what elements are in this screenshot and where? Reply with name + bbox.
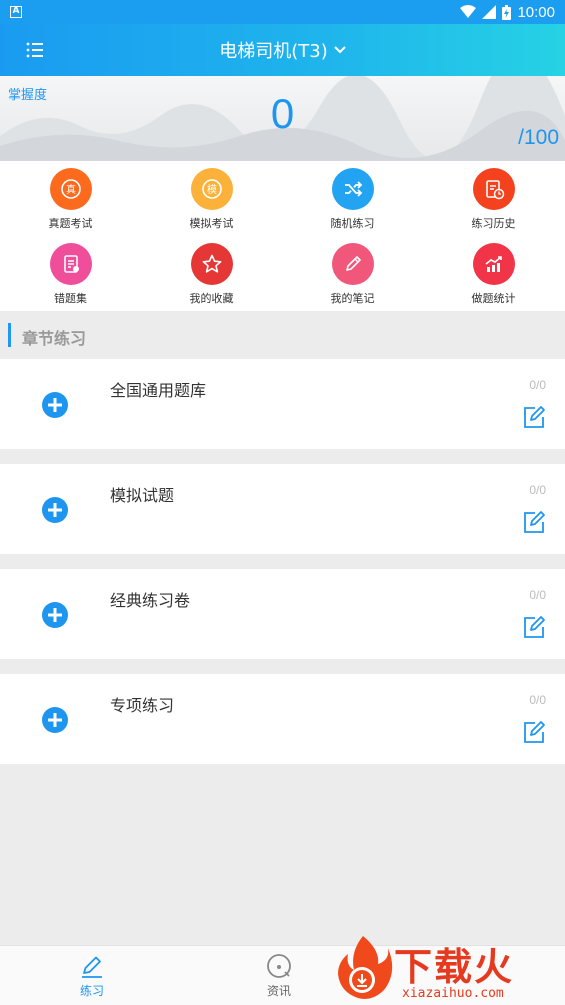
tab-news[interactable]: 资讯 [229,946,329,1005]
chapter-card[interactable]: 模拟试题 0/0 [0,464,565,554]
grid-item-notes[interactable]: 我的笔记 [282,236,423,306]
exam-real-icon: 真 [49,168,92,210]
section-header: 章节练习 [0,311,565,359]
exam-mock-icon: 模 [190,168,233,210]
expand-plus-icon[interactable] [42,497,68,523]
svg-text:真: 真 [66,183,76,196]
grid-label: 错题集 [54,292,87,305]
grid-label: 模拟考试 [189,217,234,230]
chapter-card[interactable]: 专项练习 0/0 [0,674,565,764]
pencil-icon [82,956,102,978]
grid-item-favorites[interactable]: 我的收藏 [141,236,282,306]
chapter-count: 0/0 [529,588,546,602]
section-title: 章节练习 [22,329,87,348]
stats-icon [472,243,515,285]
tab-label: 资讯 [266,984,291,998]
grid-label: 随机练习 [330,217,375,230]
watermark-text: 下载火 [394,945,515,989]
chapter-name: 经典练习卷 [110,591,191,610]
grid-label: 真题考试 [48,217,93,230]
tab-practice[interactable]: 练习 [42,946,142,1005]
expand-plus-icon[interactable] [42,602,68,628]
chapter-count: 0/0 [529,378,546,392]
edit-icon[interactable] [522,615,546,639]
grid-label: 做题统计 [471,292,516,305]
expand-plus-icon[interactable] [42,392,68,418]
edit-icon[interactable] [522,405,546,429]
grid-item-statistics[interactable]: 做题统计 [423,236,564,306]
chapter-count: 0/0 [529,693,546,707]
signal-icon [482,5,497,19]
grid-item-history[interactable]: 练习历史 [423,161,564,231]
grid-label: 练习历史 [471,217,516,230]
grid-item-random-practice[interactable]: 随机练习 [282,161,423,231]
mastery-banner: 掌握度 0 /100 [0,76,565,161]
expand-plus-icon[interactable] [42,707,68,733]
tab-label: 练习 [79,984,104,998]
app-header: 电梯司机(T3) [0,24,565,76]
status-bar: A 10:00 [0,0,565,24]
chapter-card[interactable]: 经典练习卷 0/0 [0,569,565,659]
chapter-name: 全国通用题库 [110,381,207,400]
grid-label: 我的收藏 [189,292,234,305]
watermark-url: xiazaihuo.com [402,986,504,1001]
flame-logo-icon [338,936,393,999]
news-icon [267,954,291,978]
chapter-card[interactable]: 全国通用题库 0/0 [0,359,565,449]
battery-icon [502,4,512,20]
edit-icon[interactable] [522,510,546,534]
edit-icon[interactable] [522,720,546,744]
chapter-name: 模拟试题 [110,486,175,505]
history-icon [472,168,515,210]
chevron-down-icon[interactable] [334,46,346,54]
grid-item-real-exam[interactable]: 真 真题考试 [0,161,141,231]
chapter-count: 0/0 [529,483,546,497]
wifi-icon [460,5,477,18]
clock: 10:00 [517,3,555,21]
pencil-icon [331,243,374,285]
grid-item-mock-exam[interactable]: 模 模拟考试 [141,161,282,231]
watermark: 下载火 xiazaihuo.com [332,930,565,1005]
shuffle-icon [331,168,374,210]
subject-title[interactable]: 电梯司机(T3) [219,37,328,63]
svg-text:模: 模 [207,184,217,196]
grid-item-wrong-questions[interactable]: 错题集 [0,236,141,306]
menu-icon[interactable] [22,38,48,62]
mastery-total: /100 [518,126,559,149]
notification-icon: A [10,6,22,18]
grid-label: 我的笔记 [330,292,375,305]
mastery-score: 0 [270,90,295,137]
chapter-name: 专项练习 [110,696,175,715]
feature-grid: 真 真题考试 模 模拟考试 随机练习 练习历史 错题集 我的收藏 我的笔记 做题… [0,161,565,311]
section-accent-bar [8,323,11,347]
wrong-questions-icon [49,243,92,285]
star-icon [190,243,233,285]
